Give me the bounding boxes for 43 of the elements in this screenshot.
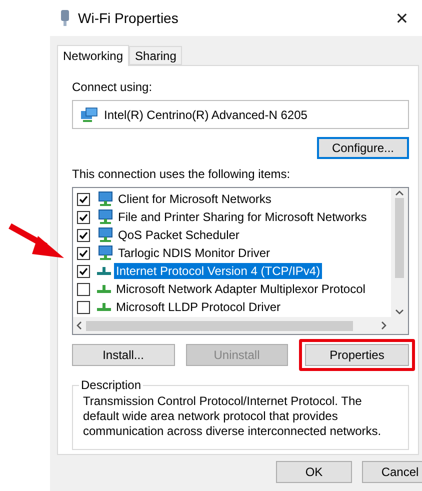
description-text: Transmission Control Protocol/Internet Protocol. The default wide area network protocol that provides communication across diverse interconnected networks. (83, 394, 382, 439)
action-button[interactable]: Properties (305, 344, 409, 366)
close-button[interactable]: ✕ (382, 3, 422, 33)
checkbox[interactable] (77, 264, 90, 278)
network-monitor-icon (97, 245, 113, 261)
list-item[interactable]: File and Printer Sharing for Microsoft Networks (116, 209, 369, 225)
network-monitor-icon (97, 227, 113, 243)
network-monitor-icon (97, 191, 113, 207)
adapter-field: Intel(R) Centrino(R) Advanced-N 6205 (72, 100, 409, 129)
checkbox[interactable] (77, 210, 90, 224)
list-item[interactable]: Internet Protocol Version 4 (TCP/IPv4) (114, 263, 322, 279)
action-button[interactable]: Install... (72, 344, 174, 366)
chevron-right-icon[interactable] (381, 321, 387, 330)
chevron-left-icon[interactable] (76, 321, 82, 330)
checkbox[interactable] (77, 282, 90, 296)
list-item[interactable]: Microsoft LLDP Protocol Driver (114, 299, 282, 315)
list-item[interactable]: Tarlogic NDIS Monitor Driver (116, 245, 272, 261)
chevron-up-icon[interactable] (395, 190, 404, 196)
list-item[interactable]: Client for Microsoft Networks (116, 191, 274, 207)
list-item[interactable]: Microsoft Network Adapter Multiplexor Protocol (114, 281, 368, 297)
tab[interactable]: Sharing (129, 46, 182, 65)
checkbox[interactable] (77, 228, 90, 242)
checkbox[interactable] (77, 192, 90, 206)
chevron-down-icon[interactable] (395, 309, 404, 315)
network-monitor-icon (97, 209, 113, 225)
protocol-icon (97, 284, 111, 294)
dialog-button[interactable]: OK (276, 461, 352, 483)
vertical-scrollbar[interactable] (391, 188, 408, 317)
items-label: This connection uses the following items: (72, 167, 292, 182)
description-title: Description (80, 378, 142, 392)
window-title: Wi-Fi Properties (78, 10, 180, 26)
network-adapter-icon (80, 106, 98, 122)
list-item[interactable]: QoS Packet Scheduler (116, 227, 242, 243)
connect-using-label: Connect using: (72, 80, 154, 95)
protocol-icon (97, 302, 111, 312)
wifi-adapter-icon (60, 10, 70, 26)
checkbox[interactable] (77, 300, 90, 314)
configure-button[interactable]: Configure... (317, 137, 409, 159)
checkbox[interactable] (77, 246, 90, 260)
tab[interactable]: Networking (57, 45, 130, 66)
protocol-icon (97, 266, 111, 276)
horizontal-scrollbar[interactable] (73, 317, 408, 334)
dialog-button[interactable]: Cancel (362, 461, 422, 483)
